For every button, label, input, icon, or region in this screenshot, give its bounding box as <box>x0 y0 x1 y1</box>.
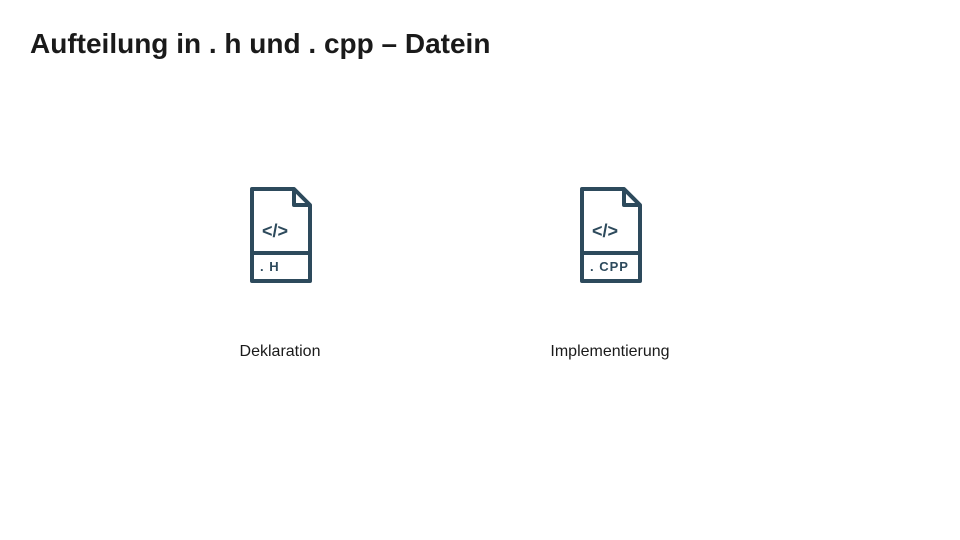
slide-title: Aufteilung in . h und . cpp – Datein <box>30 28 490 60</box>
file-h-container: </> . H Deklaration <box>130 185 430 361</box>
caption-cpp: Implementierung <box>550 343 669 361</box>
code-file-cpp-icon: </> . CPP <box>570 185 650 285</box>
caption-h: Deklaration <box>240 343 321 361</box>
file-cpp-container: </> . CPP Implementierung <box>460 185 760 361</box>
code-file-h-icon: </> . H <box>240 185 320 285</box>
ext-label-cpp: . CPP <box>590 259 629 274</box>
file-icons-row: </> . H Deklaration </> . CPP Implementi… <box>0 185 960 361</box>
svg-text:</>: </> <box>592 221 618 241</box>
ext-label-h: . H <box>260 259 280 274</box>
svg-text:</>: </> <box>262 221 288 241</box>
